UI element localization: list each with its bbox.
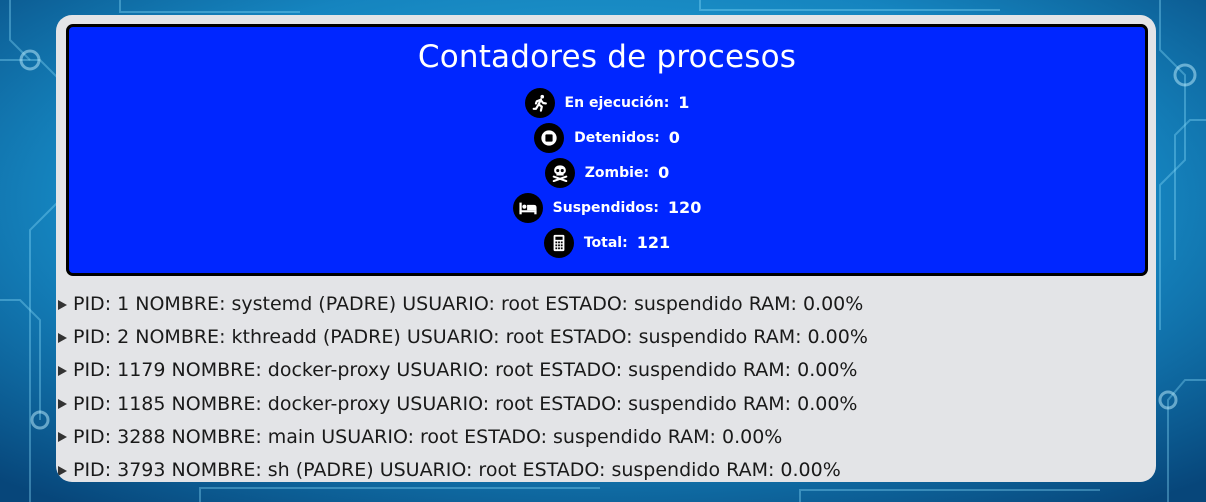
expand-triangle-icon[interactable] [58, 465, 67, 476]
process-counters-card: Contadores de procesos En ejecución: 1 D… [66, 24, 1148, 276]
expand-triangle-icon[interactable] [58, 399, 67, 410]
expand-triangle-icon[interactable] [58, 432, 67, 443]
process-item[interactable]: PID: 1179 NOMBRE: docker-proxy USUARIO: … [58, 354, 1148, 387]
counter-zombie: Zombie: 0 [69, 155, 1145, 190]
counter-suspended: Suspendidos: 120 [69, 190, 1145, 225]
calculator-icon [543, 227, 574, 258]
expand-triangle-icon[interactable] [58, 332, 67, 343]
process-item[interactable]: PID: 3288 NOMBRE: main USUARIO: root EST… [58, 421, 1148, 454]
counter-value: 0 [658, 163, 670, 182]
counter-value: 121 [636, 233, 671, 252]
main-panel: Contadores de procesos En ejecución: 1 D… [56, 15, 1156, 482]
process-item[interactable]: PID: 2 NOMBRE: kthreadd (PADRE) USUARIO:… [58, 321, 1148, 354]
counter-label: Zombie: [584, 164, 650, 181]
counter-stopped: Detenidos: 0 [69, 120, 1145, 155]
stop-icon [534, 122, 565, 153]
counter-value: 120 [667, 198, 702, 217]
expand-triangle-icon[interactable] [58, 299, 67, 310]
expand-triangle-icon[interactable] [58, 365, 67, 376]
counter-label: Detenidos: [574, 129, 660, 146]
counter-label: Suspendidos: [552, 199, 659, 216]
running-person-icon [524, 87, 555, 118]
counter-value: 0 [668, 128, 680, 147]
process-summary[interactable]: PID: 1 NOMBRE: systemd (PADRE) USUARIO: … [73, 288, 863, 321]
process-summary[interactable]: PID: 3793 NOMBRE: sh (PADRE) USUARIO: ro… [73, 454, 841, 482]
process-list: PID: 1 NOMBRE: systemd (PADRE) USUARIO: … [58, 288, 1148, 482]
process-summary[interactable]: PID: 1185 NOMBRE: docker-proxy USUARIO: … [73, 388, 857, 421]
counter-running: En ejecución: 1 [69, 85, 1145, 120]
bed-icon [512, 192, 543, 223]
process-summary[interactable]: PID: 1179 NOMBRE: docker-proxy USUARIO: … [73, 354, 857, 387]
counter-total: Total: 121 [69, 225, 1145, 260]
process-item[interactable]: PID: 1185 NOMBRE: docker-proxy USUARIO: … [58, 388, 1148, 421]
counter-label: Total: [583, 234, 628, 251]
counter-value: 1 [678, 93, 690, 112]
counters-title: Contadores de procesos [417, 39, 797, 75]
process-item[interactable]: PID: 1 NOMBRE: systemd (PADRE) USUARIO: … [58, 288, 1148, 321]
counter-label: En ejecución: [564, 94, 670, 111]
skull-crossbones-icon [544, 157, 575, 188]
process-summary[interactable]: PID: 3288 NOMBRE: main USUARIO: root EST… [73, 421, 782, 454]
process-item[interactable]: PID: 3793 NOMBRE: sh (PADRE) USUARIO: ro… [58, 454, 1148, 482]
process-summary[interactable]: PID: 2 NOMBRE: kthreadd (PADRE) USUARIO:… [73, 321, 868, 354]
